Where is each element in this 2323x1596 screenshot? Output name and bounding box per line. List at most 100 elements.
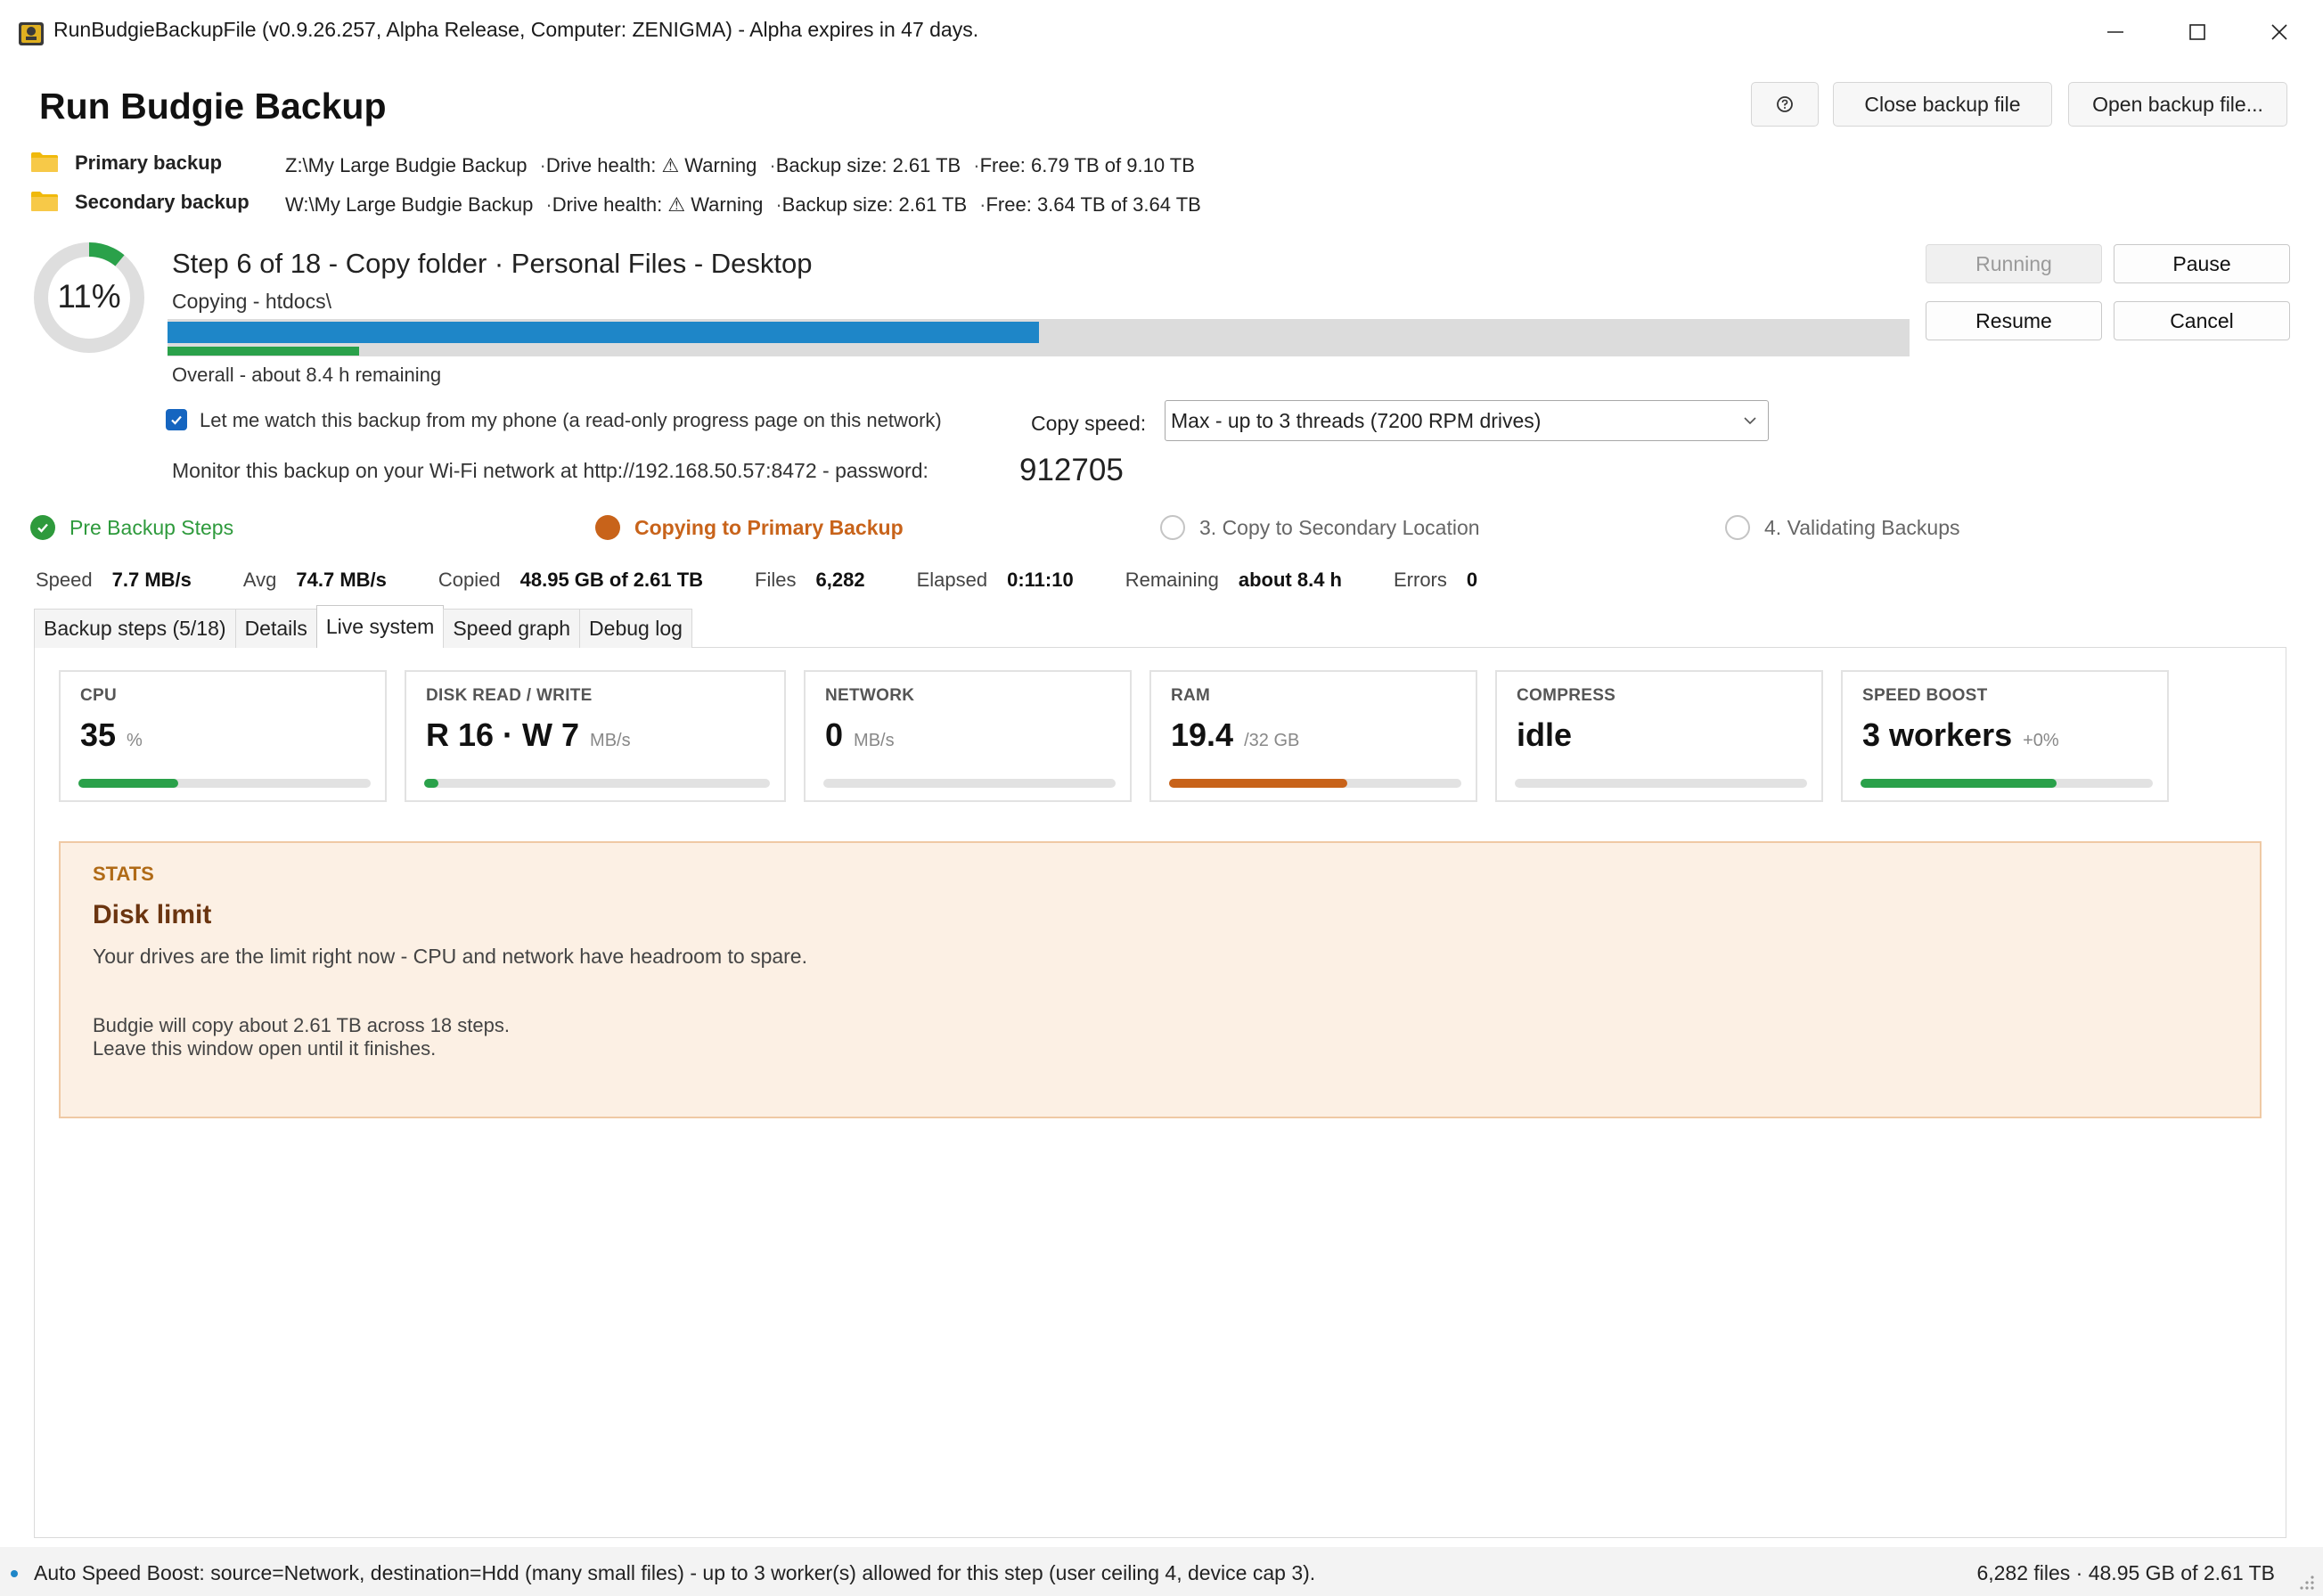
tab-speed-graph[interactable]: Speed graph <box>443 609 581 648</box>
phase-pre-backup: Pre Backup Steps <box>30 515 233 540</box>
tab-live-system[interactable]: Live system <box>315 605 445 648</box>
monitor-url-line: Monitor this backup on your Wi-Fi networ… <box>172 459 928 482</box>
copy-speed-label: Copy speed: <box>1031 412 1147 435</box>
phase-copy-primary: Copying to Primary Backup <box>595 515 904 540</box>
help-button[interactable] <box>1751 82 1819 127</box>
errors-value: 0 <box>1466 569 1478 591</box>
secondary-backup-label: Secondary backup <box>75 191 249 213</box>
card-unit: MB/s <box>590 731 631 750</box>
stats-heading: STATS <box>93 863 154 885</box>
secondary-backup-info: W:\My Large Budgie Backup ·Drive health: … <box>285 193 1201 216</box>
network-card: NETWORK 0 MB/s <box>804 670 1132 802</box>
phase-label: 3. Copy to Secondary Location <box>1199 515 1480 539</box>
close-window-button[interactable] <box>2238 0 2320 64</box>
files-label: Files <box>755 569 797 591</box>
chevron-down-icon <box>1741 412 1759 435</box>
watch-from-phone-checkbox[interactable] <box>166 409 187 430</box>
pause-button[interactable]: Pause <box>2114 244 2290 283</box>
stats-line: Speed 7.7 MB/s Avg 74.7 MB/s Copied 48.9… <box>36 569 1477 592</box>
monitor-password: 912705 <box>1019 453 1124 487</box>
card-meter-fill <box>424 779 438 788</box>
primary-health-label: Drive health: <box>545 154 657 176</box>
budgie-app-icon <box>18 20 45 46</box>
card-value: 35 <box>80 716 117 753</box>
help-icon <box>1777 96 1793 112</box>
stats-callout: STATS Disk limit Your drives are the lim… <box>59 841 2262 1118</box>
status-dot-icon <box>11 1570 18 1577</box>
overall-progress-bar <box>168 347 360 356</box>
primary-health-value: ⚠ Warning <box>661 154 757 176</box>
speed-boost-card: SPEED BOOST 3 workers +0% <box>1841 670 2169 802</box>
watch-from-phone-label[interactable]: Let me watch this backup from my phone (… <box>200 409 942 432</box>
step-title: Step 6 of 18 - Copy folder · Personal Fi… <box>172 248 813 279</box>
active-dot-icon <box>595 515 620 540</box>
copying-path: Copying - htdocs\ <box>172 290 331 313</box>
card-value: 0 <box>825 716 844 753</box>
card-title: RAM <box>1171 686 1211 705</box>
card-unit: +0% <box>2023 731 2059 750</box>
elapsed-value: 0:11:10 <box>1007 569 1074 591</box>
errors-label: Errors <box>1394 569 1447 591</box>
status-message: Auto Speed Boost: source=Network, destin… <box>34 1561 1316 1584</box>
stats-note: Leave this window open until it finishes… <box>93 1037 437 1060</box>
speed-label: Speed <box>36 569 93 591</box>
card-unit: % <box>127 731 143 750</box>
pending-circle-icon <box>1160 515 1185 540</box>
card-unit: MB/s <box>854 731 895 750</box>
phase-copy-secondary: 3. Copy to Secondary Location <box>1160 515 1480 540</box>
files-value: 6,282 <box>815 569 865 591</box>
step-progress-bar <box>168 322 1039 343</box>
card-meter-fill <box>1169 779 1348 788</box>
folder-icon <box>30 151 59 173</box>
checkmark-icon <box>171 415 182 425</box>
page-title: Run Budgie Backup <box>39 86 387 127</box>
primary-backup-label: Primary backup <box>75 151 223 174</box>
speed-value: 7.7 MB/s <box>111 569 192 591</box>
stats-title: Disk limit <box>93 900 212 929</box>
stats-note: Budgie will copy about 2.61 TB across 18… <box>93 1014 510 1036</box>
maximize-button[interactable] <box>2156 0 2238 64</box>
resume-button[interactable]: Resume <box>1926 301 2102 340</box>
card-value: 3 workers <box>1862 716 2013 753</box>
card-meter-fill <box>78 779 178 788</box>
maximize-icon <box>2189 24 2205 40</box>
tab-debug-log[interactable]: Debug log <box>579 609 692 648</box>
avg-value: 74.7 MB/s <box>296 569 387 591</box>
card-value: R 16 · W 7 <box>426 716 580 753</box>
open-backup-file-button[interactable]: Open backup file... <box>2068 82 2287 127</box>
card-value: 19.4 <box>1171 716 1234 753</box>
copied-label: Copied <box>438 569 501 591</box>
cancel-button[interactable]: Cancel <box>2114 301 2290 340</box>
elapsed-label: Elapsed <box>916 569 988 591</box>
card-meter <box>424 779 770 788</box>
close-icon <box>2271 24 2287 40</box>
card-unit: /32 GB <box>1244 731 1300 750</box>
running-button[interactable]: Running <box>1926 244 2102 283</box>
card-meter-fill <box>1861 779 2057 788</box>
copied-value: 48.95 GB of 2.61 TB <box>519 569 704 591</box>
resize-grip-icon[interactable] <box>2293 1572 2316 1592</box>
card-title: COMPRESS <box>1517 686 1616 705</box>
card-title: DISK READ / WRITE <box>426 686 593 705</box>
card-meter <box>1515 779 1807 788</box>
card-meter <box>823 779 1116 788</box>
phase-label: 4. Validating Backups <box>1764 515 1960 539</box>
secondary-health-label: Drive health: <box>552 193 663 216</box>
card-title: NETWORK <box>825 686 915 705</box>
secondary-size: Backup size: 2.61 TB <box>781 193 968 216</box>
secondary-path: W:\My Large Budgie Backup <box>285 193 534 216</box>
close-backup-file-button[interactable]: Close backup file <box>1833 82 2052 127</box>
minimize-icon <box>2107 31 2123 33</box>
avg-label: Avg <box>242 569 277 591</box>
tab-backup-steps[interactable]: Backup steps (5/18) <box>34 609 236 648</box>
minimize-button[interactable] <box>2074 0 2156 64</box>
secondary-free: Free: 3.64 TB of 3.64 TB <box>986 193 1201 216</box>
disk-card: DISK READ / WRITE R 16 · W 7 MB/s <box>405 670 786 802</box>
primary-backup-info: Z:\My Large Budgie Backup ·Drive health: … <box>285 154 1195 176</box>
card-meter <box>78 779 371 788</box>
tab-details[interactable]: Details <box>234 609 317 648</box>
copy-speed-select[interactable]: Max - up to 3 threads (7200 RPM drives) <box>1165 400 1769 441</box>
status-summary: 6,282 files · 48.95 GB of 2.61 TB <box>1976 1561 2275 1584</box>
ram-card: RAM 19.4/32 GB <box>1149 670 1477 802</box>
phase-validating: 4. Validating Backups <box>1725 515 1960 540</box>
